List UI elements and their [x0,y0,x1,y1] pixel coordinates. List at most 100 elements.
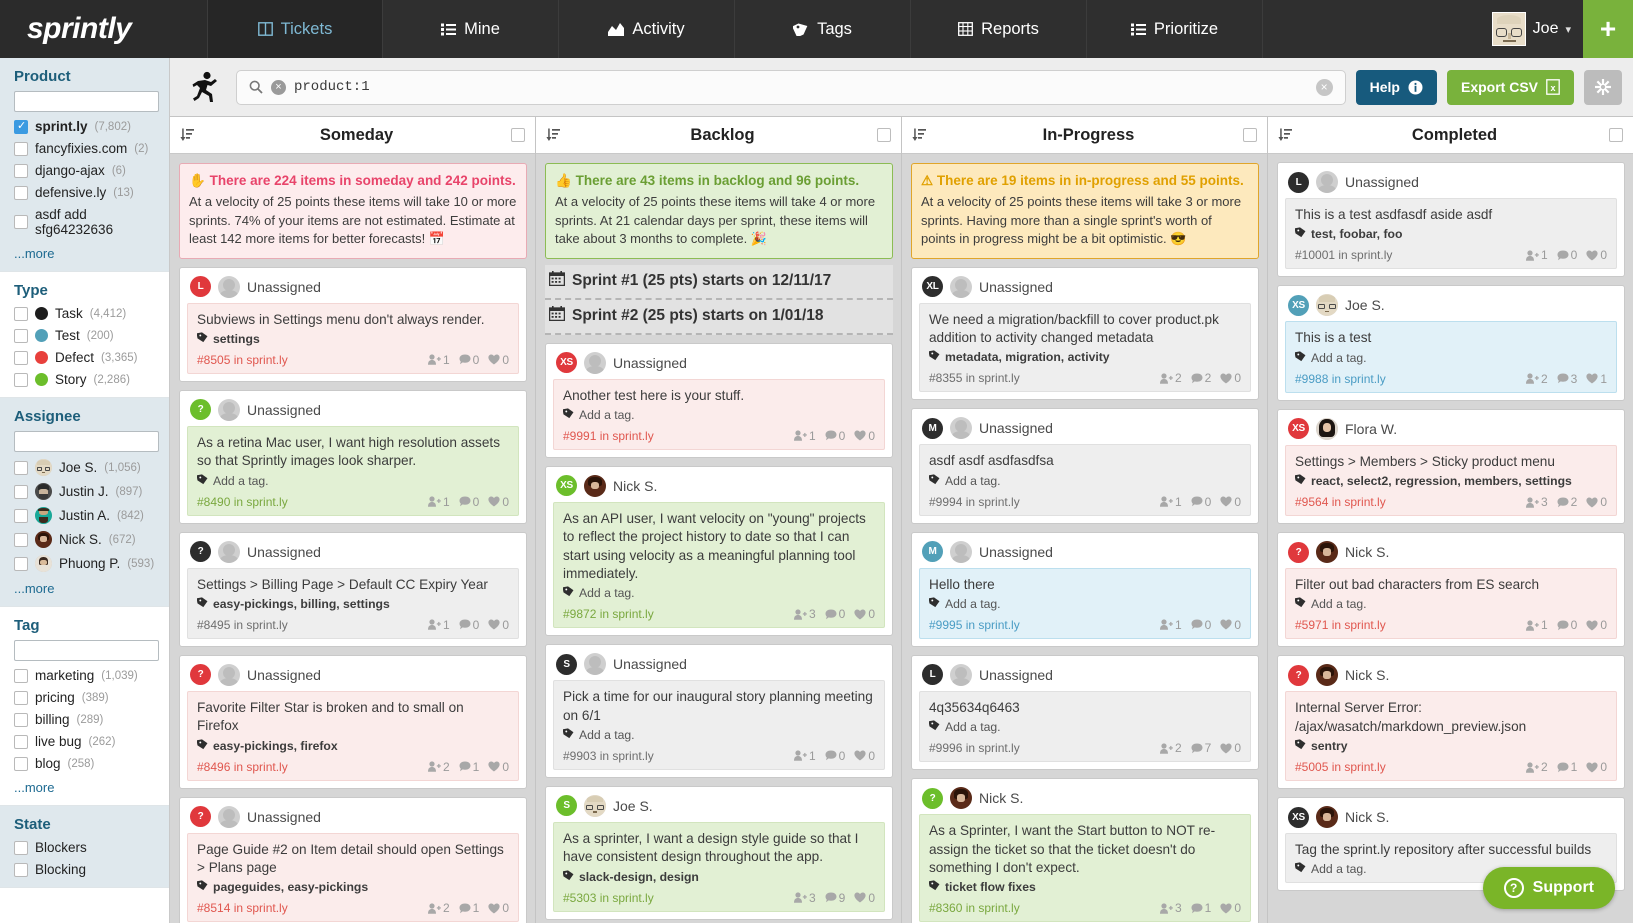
filter-search-input[interactable] [14,91,159,112]
select-all-checkbox[interactable] [877,128,891,142]
ticket-tags[interactable]: Add a tag. [1294,351,1607,365]
ticket-tags[interactable]: sentry [1294,739,1607,753]
ticket-card[interactable]: ? Unassigned Page Guide #2 on Item detail … [179,796,527,923]
ticket-tags[interactable]: easy-pickings, billing, settings [196,597,509,611]
checkbox-icon[interactable] [14,350,28,365]
tab-tickets[interactable]: Tickets [207,0,383,58]
ticket-tags[interactable]: Add a tag. [562,408,875,422]
help-button[interactable]: Help [1355,69,1437,105]
size-badge[interactable]: L [922,664,943,686]
ticket-tags[interactable]: Add a tag. [928,474,1241,488]
ticket-reference[interactable]: #9903 in sprint.ly [563,749,794,763]
checkbox-icon[interactable] [14,840,28,855]
ticket-reference[interactable]: #9988 in sprint.ly [1295,372,1526,386]
size-badge[interactable]: S [556,795,577,817]
ticket-reference[interactable]: #8495 in sprint.ly [197,618,428,632]
ticket-tags[interactable]: pageguides, easy-pickings [196,880,509,894]
export-csv-button[interactable]: Export CSV x [1446,69,1574,105]
filter-option-task[interactable]: Task (4,412) [14,306,157,321]
size-badge[interactable]: ? [190,541,211,563]
size-badge[interactable]: ? [1288,541,1309,563]
ticket-tags[interactable]: slack-design, design [562,870,875,884]
filter-option-defect[interactable]: Defect (3,365) [14,350,157,365]
checkbox-icon[interactable] [14,163,28,178]
ticket-card[interactable]: M Unassigned asdf asdf asdfasdfsa Add a tag… [911,408,1259,524]
size-badge[interactable]: M [922,417,943,439]
size-badge[interactable]: ? [190,399,211,421]
checkbox-icon[interactable] [14,185,28,200]
size-badge[interactable]: ? [1288,664,1309,686]
ticket-card[interactable]: ? Unassigned Favorite Filter Star is broke… [179,654,527,789]
checkbox-icon[interactable] [14,215,28,229]
ticket-card[interactable]: ? Nick S. Filter out bad characters from E… [1277,532,1625,648]
size-badge[interactable]: ? [190,664,211,686]
user-menu[interactable]: Joe ▾ [1491,0,1583,58]
ticket-tags[interactable]: Add a tag. [928,597,1241,611]
ticket-tags[interactable]: Add a tag. [196,474,509,488]
filter-option-sprint-ly[interactable]: sprint.ly (7,802) [14,119,157,134]
checkbox-icon[interactable] [14,756,28,771]
ticket-reference[interactable]: #9994 in sprint.ly [929,495,1160,509]
ticket-card[interactable]: XS Joe S. This is a test Add a tag. #9988 in… [1277,285,1625,401]
checkbox-icon[interactable] [14,734,28,749]
size-badge[interactable]: S [556,653,577,675]
sort-icon[interactable] [1278,128,1300,142]
filter-option-story[interactable]: Story (2,286) [14,372,157,387]
size-badge[interactable]: XS [1288,418,1309,440]
ticket-card[interactable]: S Joe S. As a sprinter, I want a design st… [545,785,893,920]
ticket-tags[interactable]: Add a tag. [928,720,1241,734]
filter-search-input[interactable] [14,640,159,661]
filter-option-live-bug[interactable]: live bug (262) [14,734,157,749]
ticket-card[interactable]: XS Nick S. As an API user, I want velocity… [545,465,893,637]
tab-tags[interactable]: Tags [735,0,911,58]
support-button[interactable]: ? Support [1482,867,1615,909]
ticket-reference[interactable]: #8505 in sprint.ly [197,353,428,367]
size-badge[interactable]: XS [556,352,577,374]
ticket-card[interactable]: L Unassigned Subviews in Settings menu don… [179,266,527,382]
column-body[interactable]: ✋ There are 224 items in someday and 242… [170,154,535,923]
checkbox-icon[interactable] [14,484,28,499]
checkbox-icon[interactable] [14,460,28,475]
ticket-reference[interactable]: #8496 in sprint.ly [197,760,428,774]
filter-option-blocking[interactable]: Blocking [14,862,157,877]
ticket-card[interactable]: ? Nick S. As a Sprinter, I want the Start … [911,778,1259,923]
ticket-card[interactable]: M Unassigned Hello there Add a tag. #9995 in… [911,531,1259,647]
filter-option-pricing[interactable]: pricing (389) [14,690,157,705]
sort-icon[interactable] [912,128,934,142]
tab-mine[interactable]: Mine [383,0,559,58]
show-more-link[interactable]: ...more [14,246,157,261]
add-item-button[interactable]: + [1583,0,1633,58]
size-badge[interactable]: XL [922,276,943,298]
search-input[interactable]: × product:1 × [236,69,1346,105]
ticket-card[interactable]: XS Unassigned Another test here is your st… [545,342,893,458]
ticket-tags[interactable]: Add a tag. [562,728,875,742]
ticket-reference[interactable]: #8360 in sprint.ly [929,901,1160,915]
select-all-checkbox[interactable] [511,128,525,142]
select-all-checkbox[interactable] [1243,128,1257,142]
checkbox-icon[interactable] [14,141,28,156]
ticket-tags[interactable]: test, foobar, foo [1294,227,1607,241]
ticket-reference[interactable]: #5303 in sprint.ly [563,891,794,905]
remove-filter-icon[interactable]: × [271,79,286,95]
filter-option-joe-s-[interactable]: Joe S. (1,056) [14,459,157,476]
ticket-tags[interactable]: Add a tag. [1294,597,1607,611]
ticket-reference[interactable]: #8490 in sprint.ly [197,495,428,509]
checkbox-icon[interactable] [14,712,28,727]
ticket-card[interactable]: L Unassigned 4q35634q6463 Add a tag. #9996 i… [911,654,1259,771]
size-badge[interactable]: L [1288,171,1309,193]
checkbox-icon[interactable] [14,372,28,387]
ticket-reference[interactable]: #9995 in sprint.ly [929,618,1160,632]
ticket-reference[interactable]: #10001 in sprint.ly [1295,248,1526,262]
filter-option-blog[interactable]: blog (258) [14,756,157,771]
filter-option-billing[interactable]: billing (289) [14,712,157,727]
ticket-reference[interactable]: #9996 in sprint.ly [929,741,1160,755]
column-body[interactable]: L Unassigned This is a test asdfasdf aside… [1268,154,1633,923]
ticket-card[interactable]: XL Unassigned We need a migration/backfill… [911,266,1259,401]
ticket-tags[interactable]: Add a tag. [562,586,875,600]
ticket-reference[interactable]: #9991 in sprint.ly [563,429,794,443]
ticket-card[interactable]: ? Unassigned Settings > Billing Page > Def… [179,531,527,647]
ticket-tags[interactable]: easy-pickings, firefox [196,739,509,753]
sort-icon[interactable] [546,128,568,142]
size-badge[interactable]: XS [1288,294,1309,316]
checkbox-icon[interactable] [14,862,28,877]
